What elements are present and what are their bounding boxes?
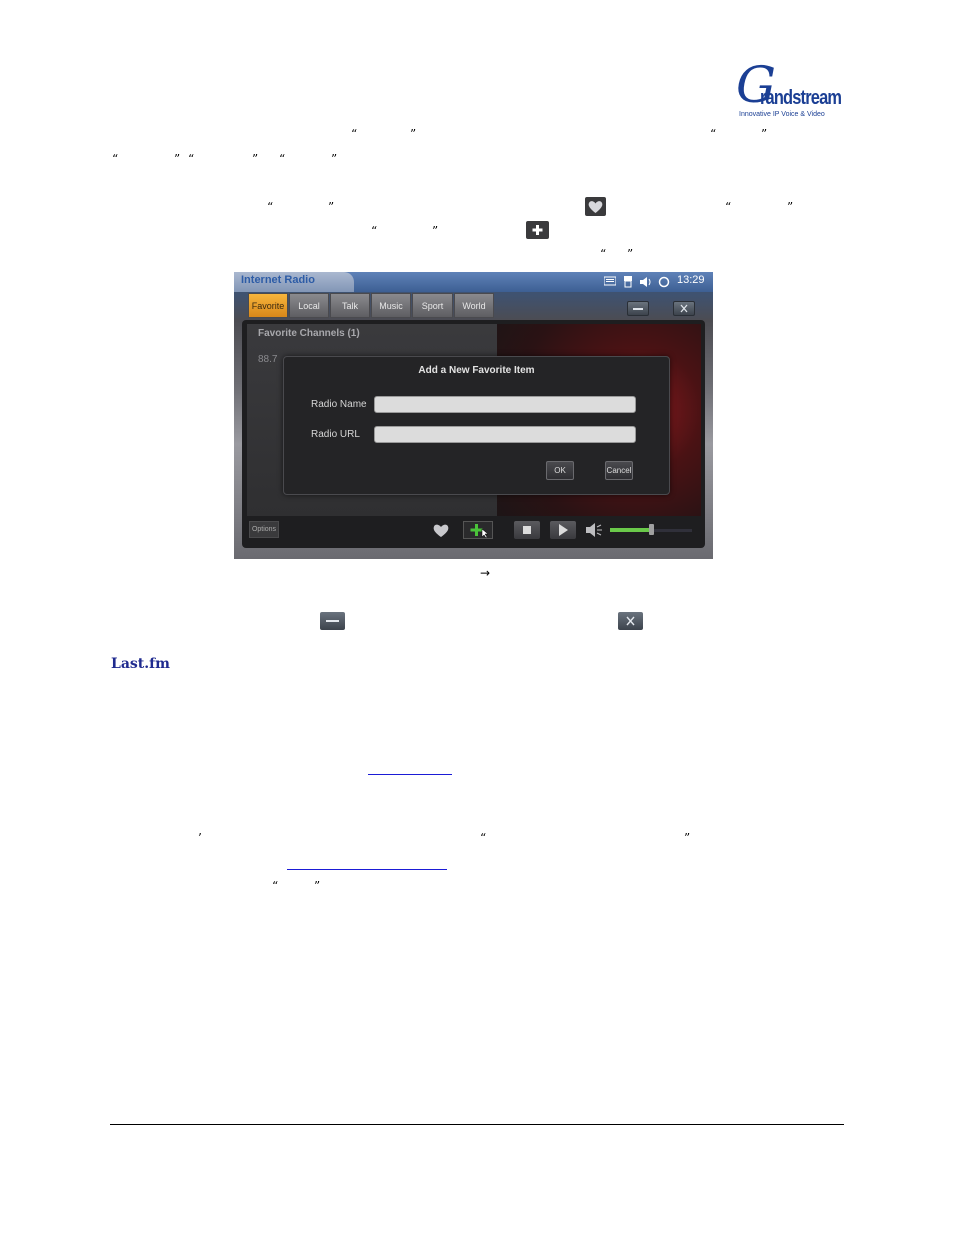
logo-wordmark: randstream: [760, 87, 842, 109]
sync-icon: [658, 276, 670, 292]
dialog-title: Add a New Favorite Item: [418, 365, 535, 376]
tab-sport[interactable]: Sport: [412, 293, 453, 318]
plus-icon: [470, 524, 489, 539]
stop-button[interactable]: [514, 521, 540, 539]
close-icon: [680, 304, 688, 313]
heart-icon: [585, 197, 606, 216]
volume-slider-handle[interactable]: [649, 524, 654, 535]
add-favorite-button[interactable]: [463, 521, 493, 539]
footer-divider: [110, 1124, 844, 1125]
radio-name-label: Radio Name: [311, 399, 367, 410]
app-title: Internet Radio: [241, 274, 315, 286]
tab-talk[interactable]: Talk: [330, 293, 370, 318]
section-heading: Last.fm: [111, 656, 170, 672]
minimize-icon: [320, 612, 345, 630]
hyperlink-underline[interactable]: [287, 869, 447, 870]
play-icon: [559, 524, 568, 536]
status-clock: 13:29: [677, 274, 705, 286]
hyperlink-underline[interactable]: [368, 774, 452, 775]
tab-music[interactable]: Music: [371, 293, 411, 318]
favorite-heart-button[interactable]: [430, 521, 452, 539]
close-button[interactable]: [673, 301, 695, 316]
radio-url-input[interactable]: [374, 426, 636, 443]
ok-button[interactable]: OK: [546, 461, 574, 480]
logo-tagline: Innovative IP Voice & Video: [739, 111, 825, 118]
close-icon: [618, 612, 643, 630]
play-button[interactable]: [550, 521, 576, 539]
speaker-icon: [639, 276, 652, 292]
internet-radio-screenshot: Internet Radio 13:29 Favorite Local Talk…: [234, 272, 713, 559]
usb-icon: [623, 276, 633, 292]
volume-fill: [610, 528, 651, 532]
tab-world[interactable]: World: [454, 293, 494, 318]
volume-icon: [586, 523, 602, 537]
tab-local[interactable]: Local: [289, 293, 329, 318]
minimize-button[interactable]: [627, 301, 649, 316]
add-favorite-dialog: Add a New Favorite Item Radio Name Radio…: [283, 356, 670, 495]
mute-button[interactable]: [584, 521, 604, 539]
minimize-icon: [633, 308, 643, 310]
list-item[interactable]: 88.7: [258, 354, 277, 365]
keyboard-icon: [603, 276, 617, 290]
options-button[interactable]: Options: [249, 521, 279, 538]
radio-name-input[interactable]: [374, 396, 636, 413]
radio-url-label: Radio URL: [311, 429, 360, 440]
favorites-heading: Favorite Channels (1): [258, 328, 360, 339]
heart-icon: [433, 524, 449, 537]
arrow-glyph: →: [480, 566, 491, 580]
cancel-button[interactable]: Cancel: [605, 461, 633, 480]
tab-favorite[interactable]: Favorite: [248, 293, 288, 318]
stop-icon: [523, 526, 531, 534]
plus-icon: [526, 221, 549, 239]
